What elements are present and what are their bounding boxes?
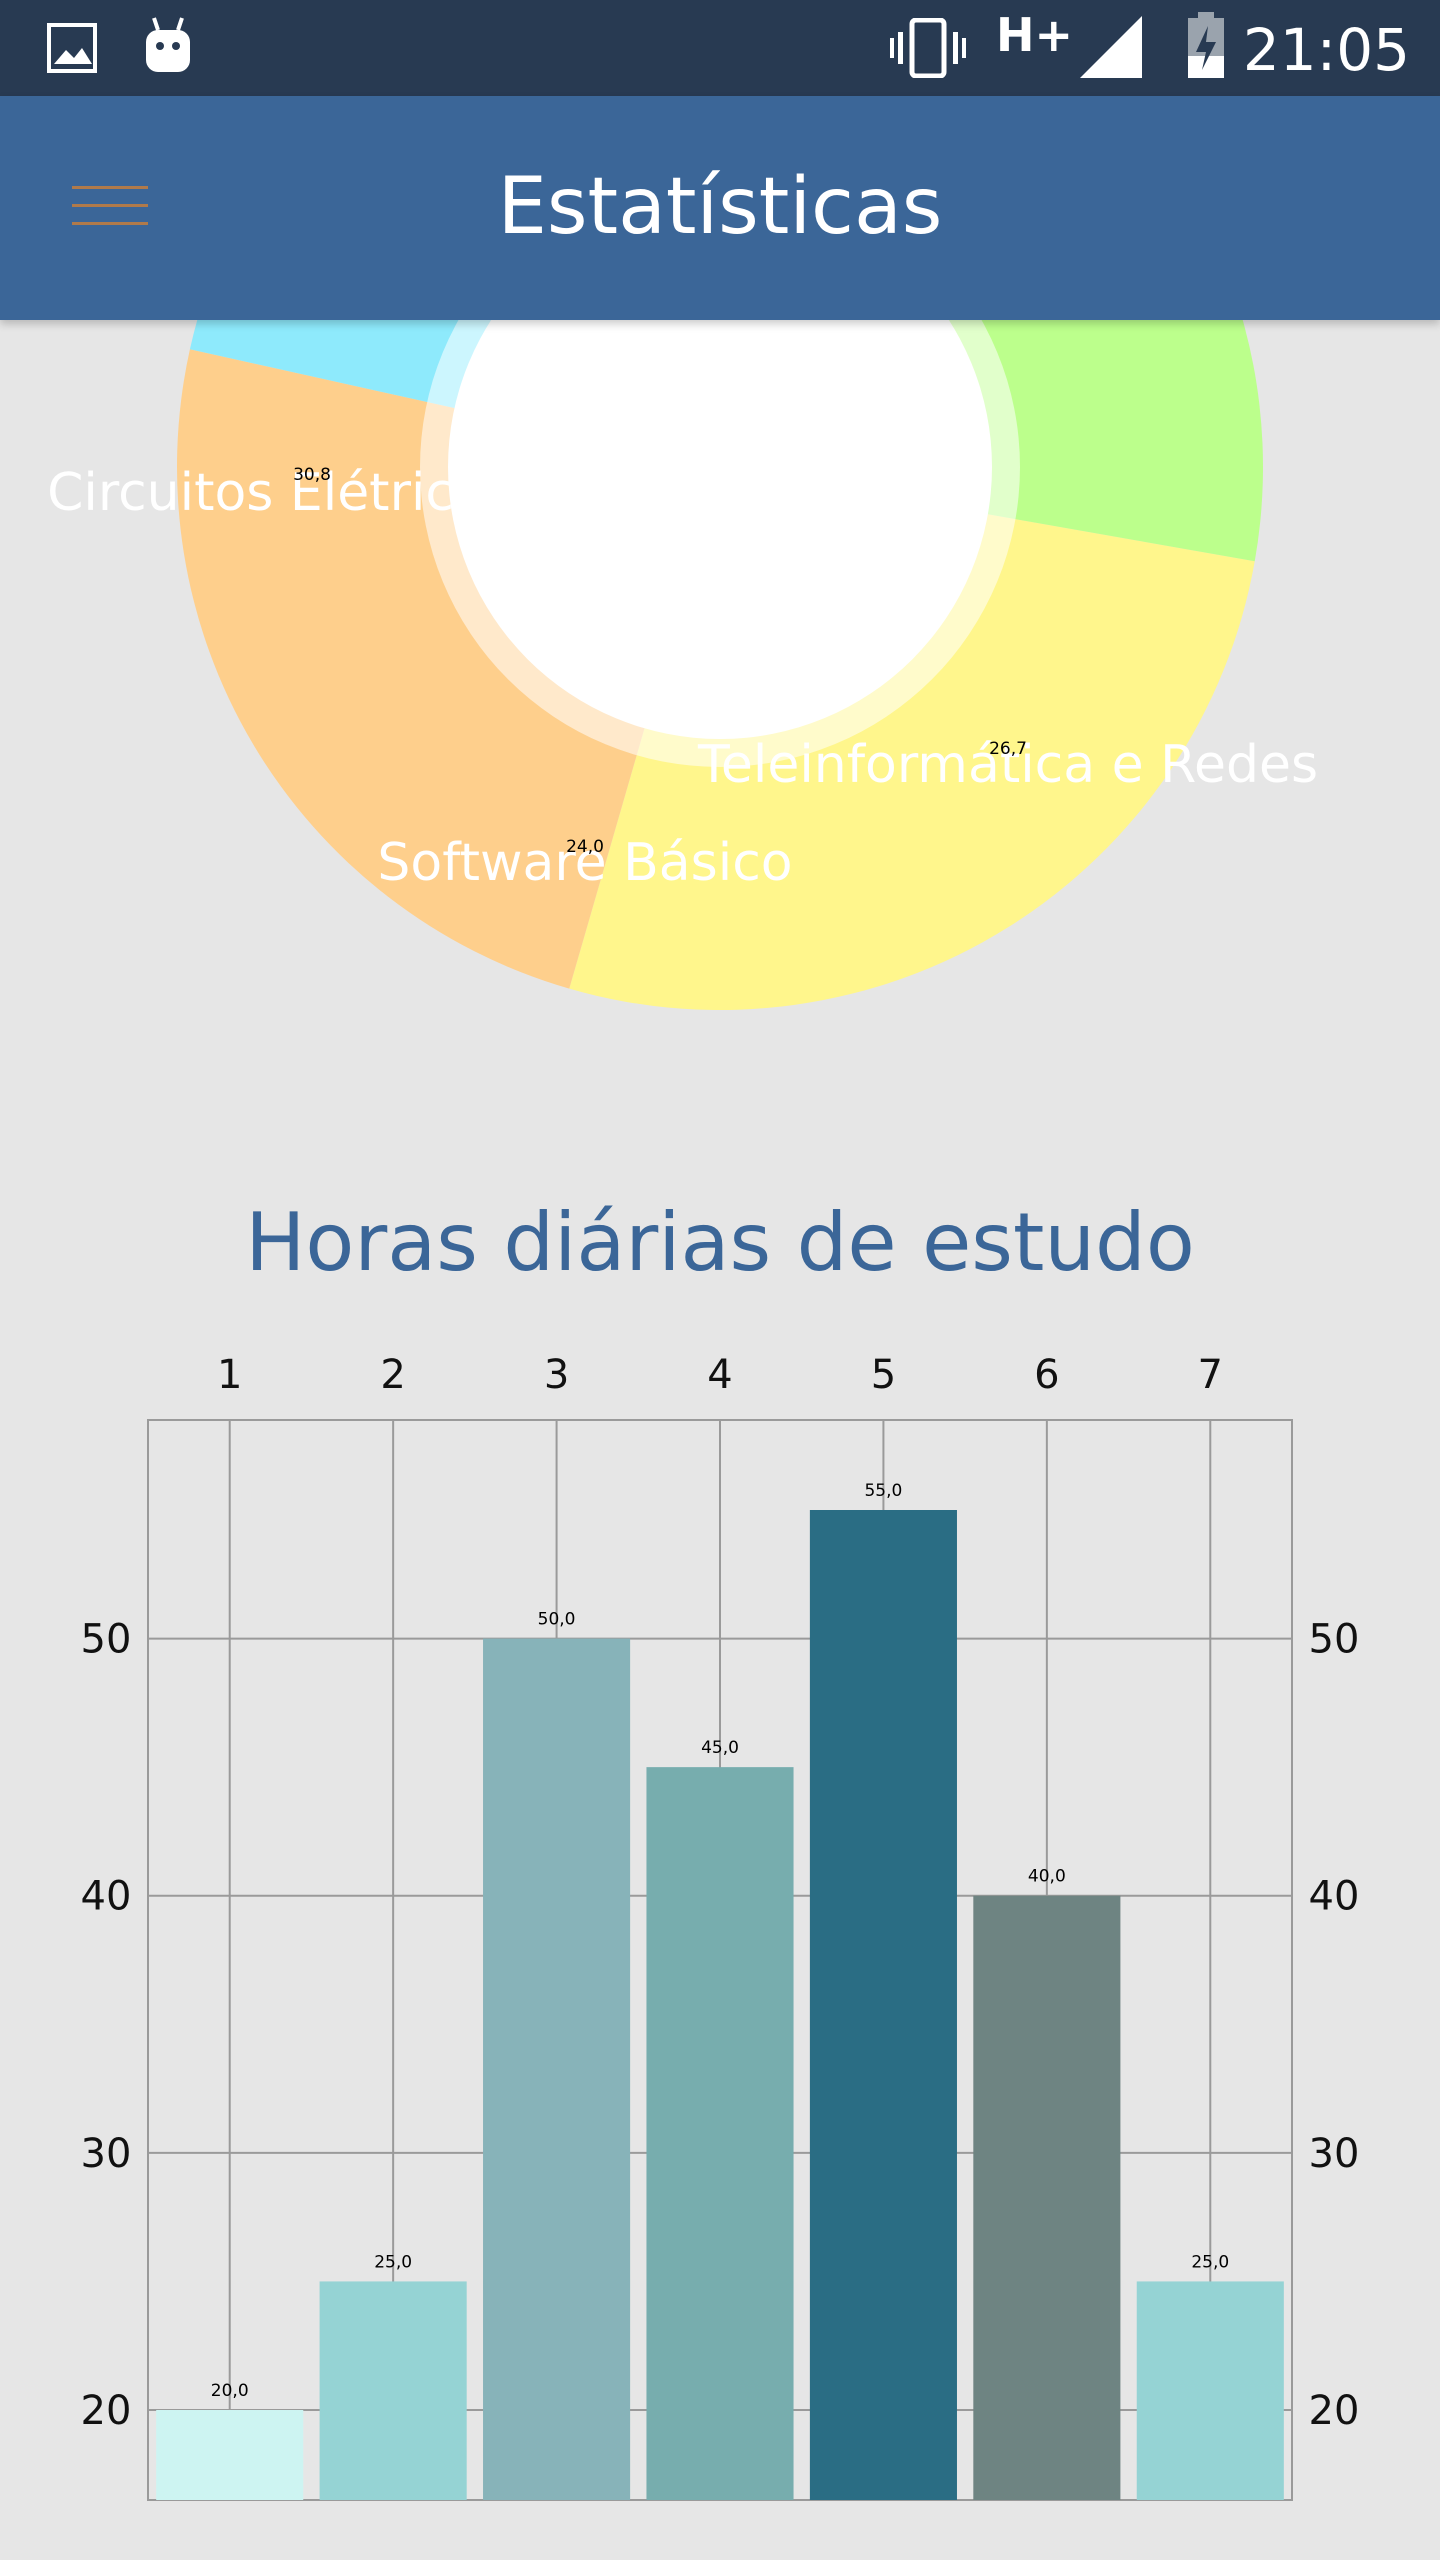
x-tick-label: 6 [1034, 1352, 1059, 1398]
x-tick-label: 3 [544, 1352, 569, 1398]
bar-value-label: 25,0 [374, 2252, 412, 2272]
y-tick-label-right: 20 [1309, 2388, 1360, 2434]
y-tick-label-right: 50 [1309, 1617, 1360, 1663]
bar[interactable] [809, 1510, 957, 2500]
bar[interactable] [973, 1895, 1121, 2500]
donut-slice-value: 24,0 [566, 837, 604, 857]
x-tick-label: 2 [380, 1352, 405, 1398]
y-tick-label-right: 30 [1309, 2131, 1360, 2177]
x-tick-label: 7 [1198, 1352, 1223, 1398]
bar-value-label: 50,0 [538, 1610, 576, 1630]
bar-chart[interactable]: 20 20 30 30 40 40 50 50 1 2 3 4 5 6 7 20,0 25,0 50,0 45,0 5… [0, 1330, 1440, 2560]
bar-chart-title: Horas diárias de estudo [245, 1196, 1195, 1289]
battery-charging-icon [1188, 12, 1224, 78]
donut-chart[interactable]: Circuitos Elétricos 30,8 Software Básico 24… [0, 320, 1440, 1060]
x-tick-label: 1 [217, 1352, 242, 1398]
donut-slice-label: Circuitos Elétricos [47, 463, 513, 523]
bar[interactable] [156, 2410, 304, 2500]
y-tick-label-right: 40 [1309, 1874, 1360, 1920]
app-bar: Estatísticas [0, 96, 1440, 320]
android-icon [146, 17, 190, 72]
bar-value-label: 45,0 [701, 1738, 739, 1758]
x-tick-label: 4 [707, 1352, 732, 1398]
status-bar: H+ 21:05 [0, 0, 1440, 96]
donut-slice-value: 30,8 [293, 465, 331, 485]
page-title: Estatísticas [497, 162, 943, 252]
clock: 21:05 [1242, 16, 1410, 84]
y-tick-label-left: 20 [81, 2388, 132, 2434]
network-type-label: H+ [996, 8, 1074, 62]
bar[interactable] [483, 1638, 631, 2500]
bar[interactable] [319, 2281, 467, 2500]
bar-value-label: 55,0 [864, 1481, 902, 1501]
donut-svg: Circuitos Elétricos30,8Software Básico24… [47, 320, 1318, 1010]
image-icon [47, 23, 97, 73]
x-tick-label: 5 [871, 1352, 896, 1398]
donut-slice-value: 26,7 [989, 739, 1027, 759]
bar[interactable] [1136, 2281, 1284, 2500]
signal-icon [1080, 16, 1142, 78]
y-tick-label-left: 50 [81, 1617, 132, 1663]
bar[interactable] [646, 1767, 794, 2500]
y-tick-label-left: 30 [81, 2131, 132, 2177]
vibrate-icon [890, 18, 966, 78]
bar-value-label: 40,0 [1028, 1867, 1066, 1887]
bar-value-label: 20,0 [211, 2381, 249, 2401]
y-tick-label-left: 40 [81, 1874, 132, 1920]
bar-value-label: 25,0 [1191, 2252, 1229, 2272]
